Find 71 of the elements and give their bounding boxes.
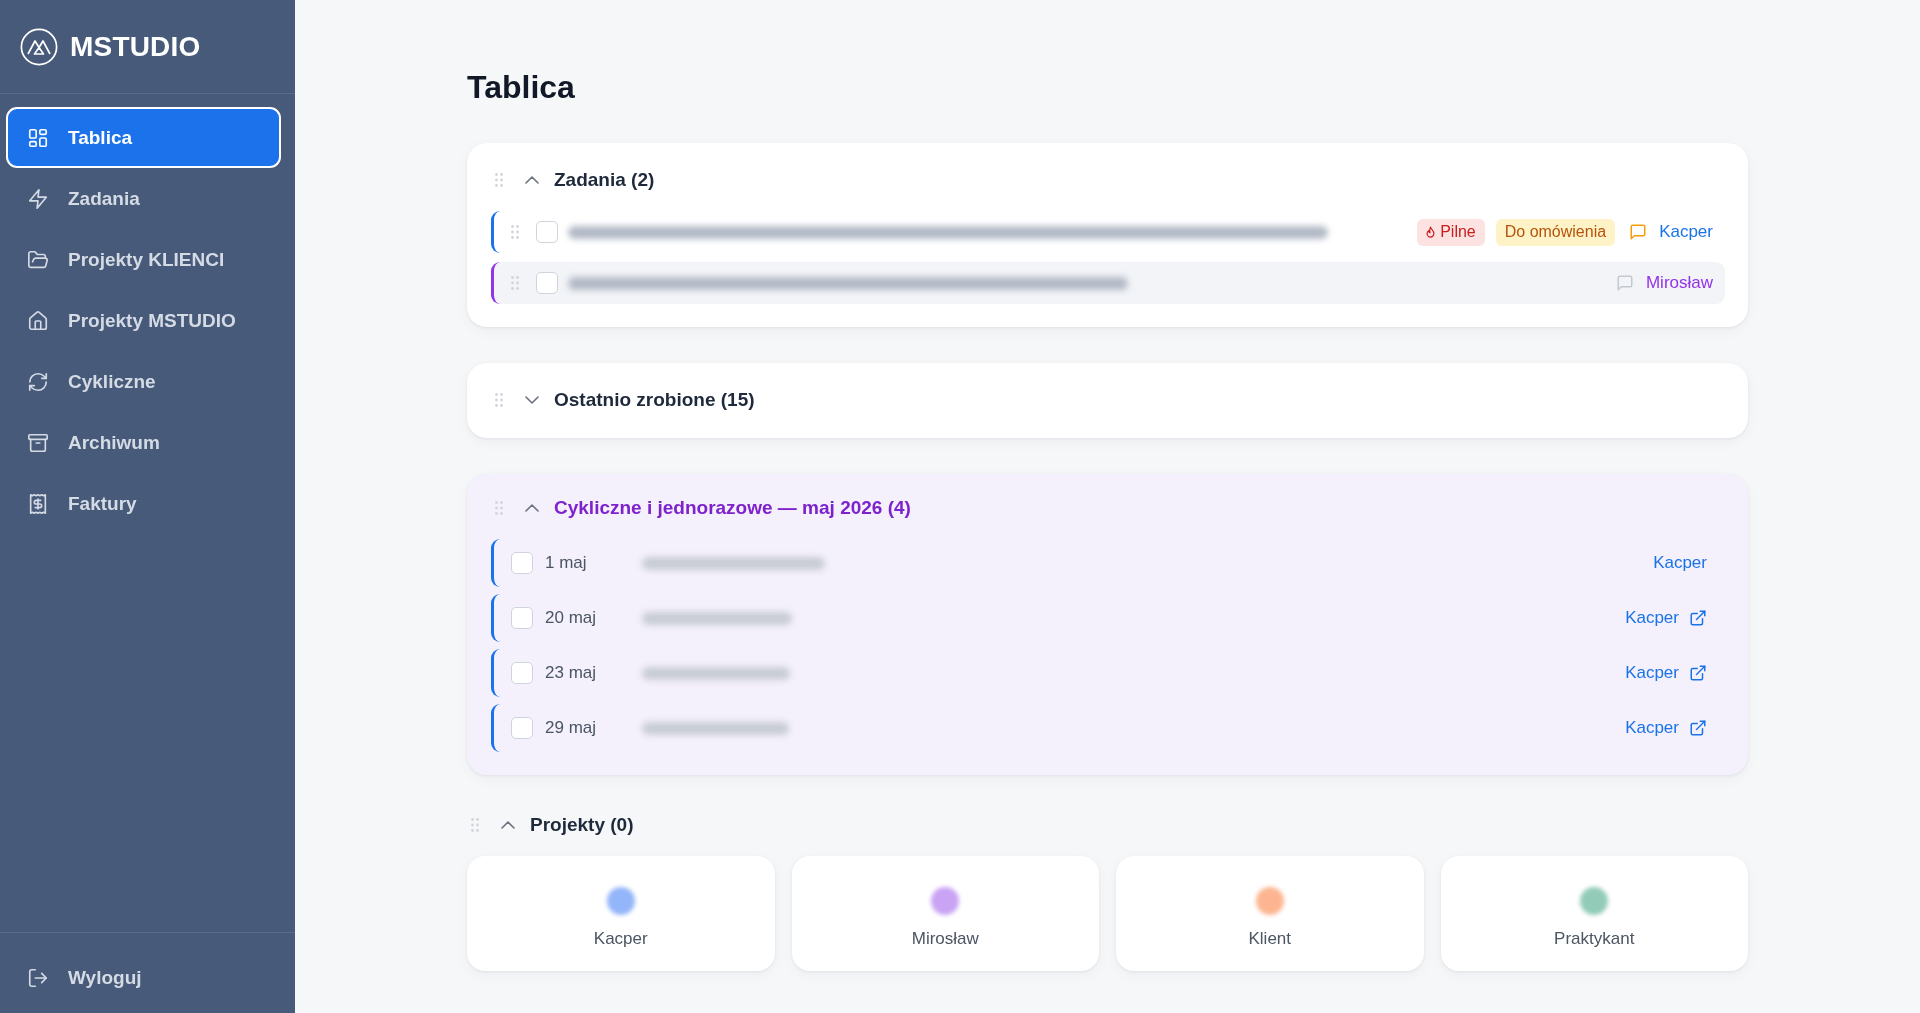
recurring-row[interactable]: 20 maj Kacper bbox=[491, 594, 1725, 642]
due-date: 29 maj bbox=[545, 718, 598, 738]
nav-item[interactable]: Projekty KLIENCI bbox=[6, 229, 281, 290]
assignee-link[interactable]: Kacper bbox=[1659, 222, 1713, 242]
drag-handle-icon[interactable] bbox=[511, 276, 519, 290]
drag-handle-icon[interactable] bbox=[495, 393, 503, 407]
external-link-icon[interactable] bbox=[1689, 609, 1707, 627]
external-link-icon[interactable] bbox=[1689, 664, 1707, 682]
checkbox[interactable] bbox=[536, 221, 558, 243]
logout-icon bbox=[27, 966, 49, 989]
external-link-icon[interactable] bbox=[1689, 719, 1707, 737]
checkbox[interactable] bbox=[511, 552, 533, 574]
folder-icon bbox=[27, 248, 49, 271]
due-date: 23 maj bbox=[545, 663, 598, 683]
checkbox[interactable] bbox=[511, 607, 533, 629]
nav-item[interactable]: Archiwum bbox=[6, 412, 281, 473]
assignee-link[interactable]: Kacper bbox=[1625, 608, 1679, 628]
drag-handle-icon[interactable] bbox=[495, 501, 503, 515]
tag-label: Pilne bbox=[1440, 223, 1476, 241]
assignee-link[interactable]: Kacper bbox=[1653, 553, 1707, 573]
checkbox[interactable] bbox=[536, 272, 558, 294]
person-card[interactable]: Kacper bbox=[467, 856, 775, 971]
section-title: Projekty (0) bbox=[530, 814, 634, 836]
person-card[interactable]: Praktykant bbox=[1440, 856, 1748, 971]
dollar-receipt-icon bbox=[27, 492, 49, 515]
person-name: Mirosław bbox=[911, 929, 979, 949]
nav-item[interactable]: Cykliczne bbox=[6, 351, 281, 412]
recurring-row[interactable]: 29 maj Kacper bbox=[491, 704, 1725, 752]
task-row[interactable]: Pilne Do omówienia Kacper bbox=[491, 211, 1725, 253]
person-card[interactable]: Mirosław bbox=[791, 856, 1099, 971]
tag-label: Do omówienia bbox=[1504, 223, 1607, 241]
chevron-down-icon[interactable] bbox=[525, 396, 539, 404]
drag-handle-icon[interactable] bbox=[495, 173, 503, 187]
due-date: 20 maj bbox=[545, 608, 598, 628]
nav-item[interactable]: Zadania bbox=[6, 168, 281, 229]
drag-handle-icon[interactable] bbox=[471, 818, 479, 832]
nav-item[interactable]: Faktury bbox=[6, 473, 281, 534]
brand-name: MSTUDIO bbox=[70, 30, 201, 63]
chevron-up-icon[interactable] bbox=[501, 821, 515, 829]
assignee-link[interactable]: Kacper bbox=[1625, 663, 1679, 683]
due-date: 1 maj bbox=[545, 553, 588, 573]
page-title: Tablica bbox=[467, 68, 576, 107]
refresh-icon bbox=[27, 370, 49, 393]
lightning-icon bbox=[27, 187, 49, 210]
flame-icon bbox=[1426, 226, 1436, 238]
section-title: Zadania (2) bbox=[554, 169, 655, 191]
archive-box-icon bbox=[27, 431, 49, 454]
person-name: Kacper bbox=[593, 929, 648, 949]
home-icon bbox=[27, 309, 49, 332]
chevron-up-icon[interactable] bbox=[525, 504, 539, 512]
person-card[interactable]: Klient bbox=[1116, 856, 1424, 971]
person-name: Klient bbox=[1248, 929, 1291, 949]
logout-button[interactable]: Wyloguj bbox=[6, 947, 281, 1008]
checkbox[interactable] bbox=[511, 662, 533, 684]
drag-handle-icon[interactable] bbox=[511, 225, 519, 239]
logo-icon bbox=[20, 27, 58, 66]
nav-item[interactable]: Projekty MSTUDIO bbox=[6, 290, 281, 351]
recurring-row[interactable]: 23 maj Kacper bbox=[491, 649, 1725, 697]
assignee-link[interactable]: Kacper bbox=[1625, 718, 1679, 738]
recurring-row[interactable]: 1 maj Kacper bbox=[491, 539, 1725, 587]
comment-icon[interactable] bbox=[1629, 223, 1648, 241]
chevron-up-icon[interactable] bbox=[525, 176, 539, 184]
task-row[interactable]: Mirosław bbox=[491, 262, 1725, 304]
person-name: Praktykant bbox=[1554, 929, 1635, 949]
section-title: Ostatnio zrobione (15) bbox=[554, 389, 755, 411]
assignee-link[interactable]: Mirosław bbox=[1645, 273, 1713, 293]
checkbox[interactable] bbox=[511, 717, 533, 739]
comment-icon[interactable] bbox=[1615, 274, 1634, 292]
dashboard-grid-icon bbox=[27, 126, 49, 149]
nav-item[interactable]: Tablica bbox=[6, 107, 281, 168]
section-title: Cykliczne i jednorazowe — maj 2026 (4) bbox=[554, 497, 911, 519]
